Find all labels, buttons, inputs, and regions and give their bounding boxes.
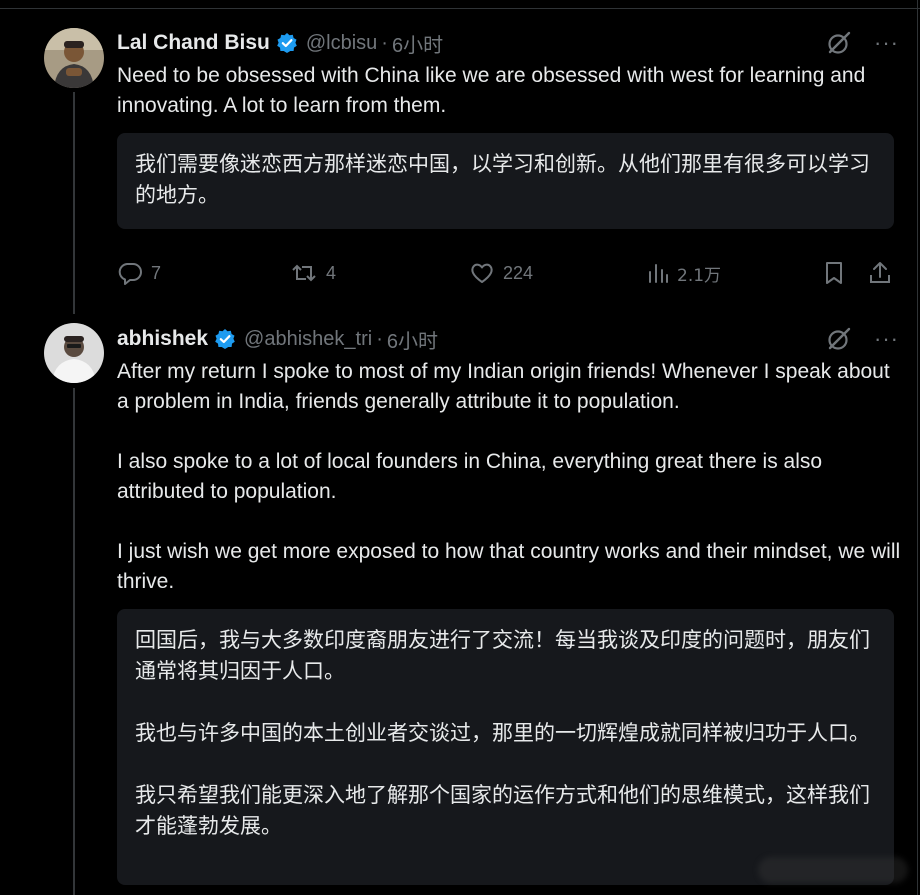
top-divider — [0, 8, 920, 9]
column-border — [917, 0, 918, 895]
share-icon — [867, 260, 893, 286]
views-button[interactable]: 2.1万 — [647, 256, 721, 290]
share-button[interactable] — [867, 256, 893, 290]
separator-dot: · — [381, 31, 388, 54]
tweet-text: Need to be obsessed with China like we a… — [117, 64, 866, 117]
thread-connector — [73, 92, 75, 314]
more-icon[interactable]: ··· — [874, 328, 899, 350]
like-icon — [469, 260, 495, 286]
bookmark-icon — [822, 260, 846, 286]
tweet-menu: ··· — [826, 30, 899, 56]
thread-connector — [73, 388, 75, 895]
reply-button[interactable]: 7 — [117, 256, 161, 290]
views-icon — [647, 260, 669, 286]
tweet-menu: ··· — [826, 326, 899, 352]
reply-count: 7 — [151, 262, 162, 283]
verified-badge-icon — [276, 32, 298, 54]
like-button[interactable]: 224 — [469, 256, 533, 290]
avatar[interactable] — [44, 323, 104, 383]
translation-box: 我们需要像迷恋西方那样迷恋中国，以学习和创新。从他们那里有很多可以学习的地方。 — [117, 133, 894, 229]
tweet-header: Lal Chand Bisu @lcbisu · 6小时 — [117, 28, 443, 58]
author-name[interactable]: abhishek — [117, 327, 208, 351]
avatar[interactable] — [44, 28, 104, 88]
like-count: 224 — [503, 262, 534, 283]
author-handle[interactable]: @lcbisu — [306, 32, 377, 55]
repost-icon — [290, 260, 318, 286]
separator-dot: · — [376, 327, 383, 350]
tweet-actions: 7 4 224 2.1万 — [117, 256, 897, 290]
verified-badge-icon — [214, 328, 236, 350]
author-handle[interactable]: @abhishek_tri — [244, 328, 372, 351]
more-icon[interactable]: ··· — [874, 32, 899, 54]
views-count: 2.1万 — [677, 265, 722, 286]
timestamp[interactable]: 6小时 — [392, 29, 443, 58]
translation-box: 回国后，我与大多数印度裔朋友进行了交流！每当我谈及印度的问题时，朋友们通常将其归… — [117, 609, 894, 885]
watermark — [758, 857, 908, 883]
tweet-header: abhishek @abhishek_tri · 6小时 — [117, 324, 438, 354]
author-name[interactable]: Lal Chand Bisu — [117, 31, 270, 55]
repost-count: 4 — [326, 262, 337, 283]
thread-view: Lal Chand Bisu @lcbisu · 6小时 ··· Need to… — [0, 0, 920, 895]
bookmark-button[interactable] — [822, 256, 846, 290]
grok-icon[interactable] — [826, 326, 852, 352]
tweet-text: After my return I spoke to most of my In… — [117, 360, 901, 593]
grok-icon[interactable] — [826, 30, 852, 56]
timestamp[interactable]: 6小时 — [387, 325, 438, 354]
reply-icon — [117, 260, 143, 286]
repost-button[interactable]: 4 — [290, 256, 336, 290]
